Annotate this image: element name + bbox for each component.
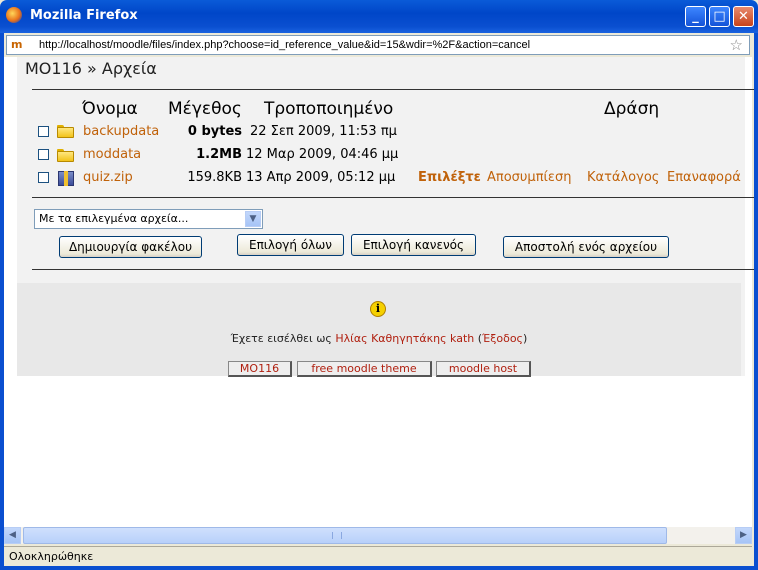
file-modified: 22 Σεπ 2009, 11:53 πμ [250,124,397,139]
folder-icon [57,149,74,162]
row-checkbox[interactable] [38,149,49,160]
file-link[interactable]: moddata [83,147,141,162]
window-border [0,566,758,570]
file-link[interactable]: quiz.zip [83,170,133,185]
scroll-left-icon[interactable]: ◀ [4,527,21,544]
create-folder-button[interactable]: Δημιουργία φακέλου [59,236,202,258]
status-bar: Ολοκληρώθηκε [4,546,752,567]
header-size: Μέγεθος [168,99,242,119]
divider [32,269,758,270]
list-link[interactable]: Κατάλογος [587,170,659,185]
address-bar[interactable]: m http://localhost/moodle/files/index.ph… [6,35,750,55]
file-size: 159.8KB [187,170,242,185]
window-border [754,33,758,570]
header-action: Δράση [604,99,660,119]
folder-icon [57,125,74,138]
select-all-button[interactable]: Επιλογή όλων [237,234,344,256]
maximize-button[interactable]: □ [709,6,730,27]
unzip-link[interactable]: Αποσυμπίεση [487,170,571,185]
site-icon: m [11,38,23,51]
file-modified: 13 Απρ 2009, 05:12 μμ [246,170,396,185]
user-link[interactable]: Ηλίας Καθηγητάκης kath [335,332,474,345]
zip-icon [58,171,74,186]
status-text: Ολοκληρώθηκε [9,550,94,563]
address-input[interactable]: http://localhost/moodle/files/index.php?… [39,39,530,51]
theme-button[interactable]: free moodle theme [297,361,432,377]
close-button[interactable]: ✕ [733,6,754,27]
browser-window: Mozilla Firefox _ □ ✕ m http://localhost… [0,0,758,570]
with-selected-select[interactable]: Με τα επιλεγμένα αρχεία... ▼ [34,209,263,229]
chevron-down-icon[interactable]: ▼ [245,211,261,227]
course-button[interactable]: MO116 [228,361,292,377]
bookmark-star-icon[interactable]: ☆ [730,36,743,54]
table-row: moddata 1.2MB 12 Μαρ 2009, 04:46 μμ [0,147,758,169]
login-prefix: Έχετε εισέλθει ως [230,332,332,345]
file-size: 0 bytes [187,124,242,139]
header-modified: Τροποποιημένο [264,99,394,119]
select-value: Με τα επιλεγμένα αρχεία... [39,212,189,225]
row-checkbox[interactable] [38,126,49,137]
table-row: quiz.zip 159.8KB 13 Απρ 2009, 05:12 μμ Ε… [0,170,758,192]
title-bar: Mozilla Firefox _ □ ✕ [0,0,758,33]
upload-file-button[interactable]: Αποστολή ενός αρχείου [503,236,669,258]
info-icon: i [370,301,386,317]
horizontal-scrollbar[interactable]: ◀ ▶ [4,527,752,544]
scroll-thumb[interactable] [23,527,667,544]
file-link[interactable]: backupdata [83,124,159,139]
logout-link[interactable]: Έξοδος [482,332,523,345]
scroll-right-icon[interactable]: ▶ [735,527,752,544]
breadcrumb: MO116 » Αρχεία [25,59,157,78]
firefox-icon [6,7,22,23]
window-title: Mozilla Firefox [30,8,138,23]
divider [32,197,758,198]
restore-link[interactable]: Επαναφορά [667,170,741,185]
login-info: Έχετε εισέλθει ως Ηλίας Καθηγητάκης kath… [0,332,758,345]
file-modified: 12 Μαρ 2009, 04:46 μμ [246,147,399,162]
row-checkbox[interactable] [38,172,49,183]
host-button[interactable]: moodle host [436,361,531,377]
header-name: Όνομα [82,99,138,119]
file-size: 1.2MB [196,147,242,162]
select-none-button[interactable]: Επιλογή κανενός [351,234,476,256]
table-row: backupdata 0 bytes 22 Σεπ 2009, 11:53 πμ [0,124,758,146]
divider [32,89,758,90]
choose-link[interactable]: Επιλέξτε [418,170,481,185]
minimize-button[interactable]: _ [685,6,706,27]
window-border [0,33,4,570]
logout-close: ) [523,332,528,345]
